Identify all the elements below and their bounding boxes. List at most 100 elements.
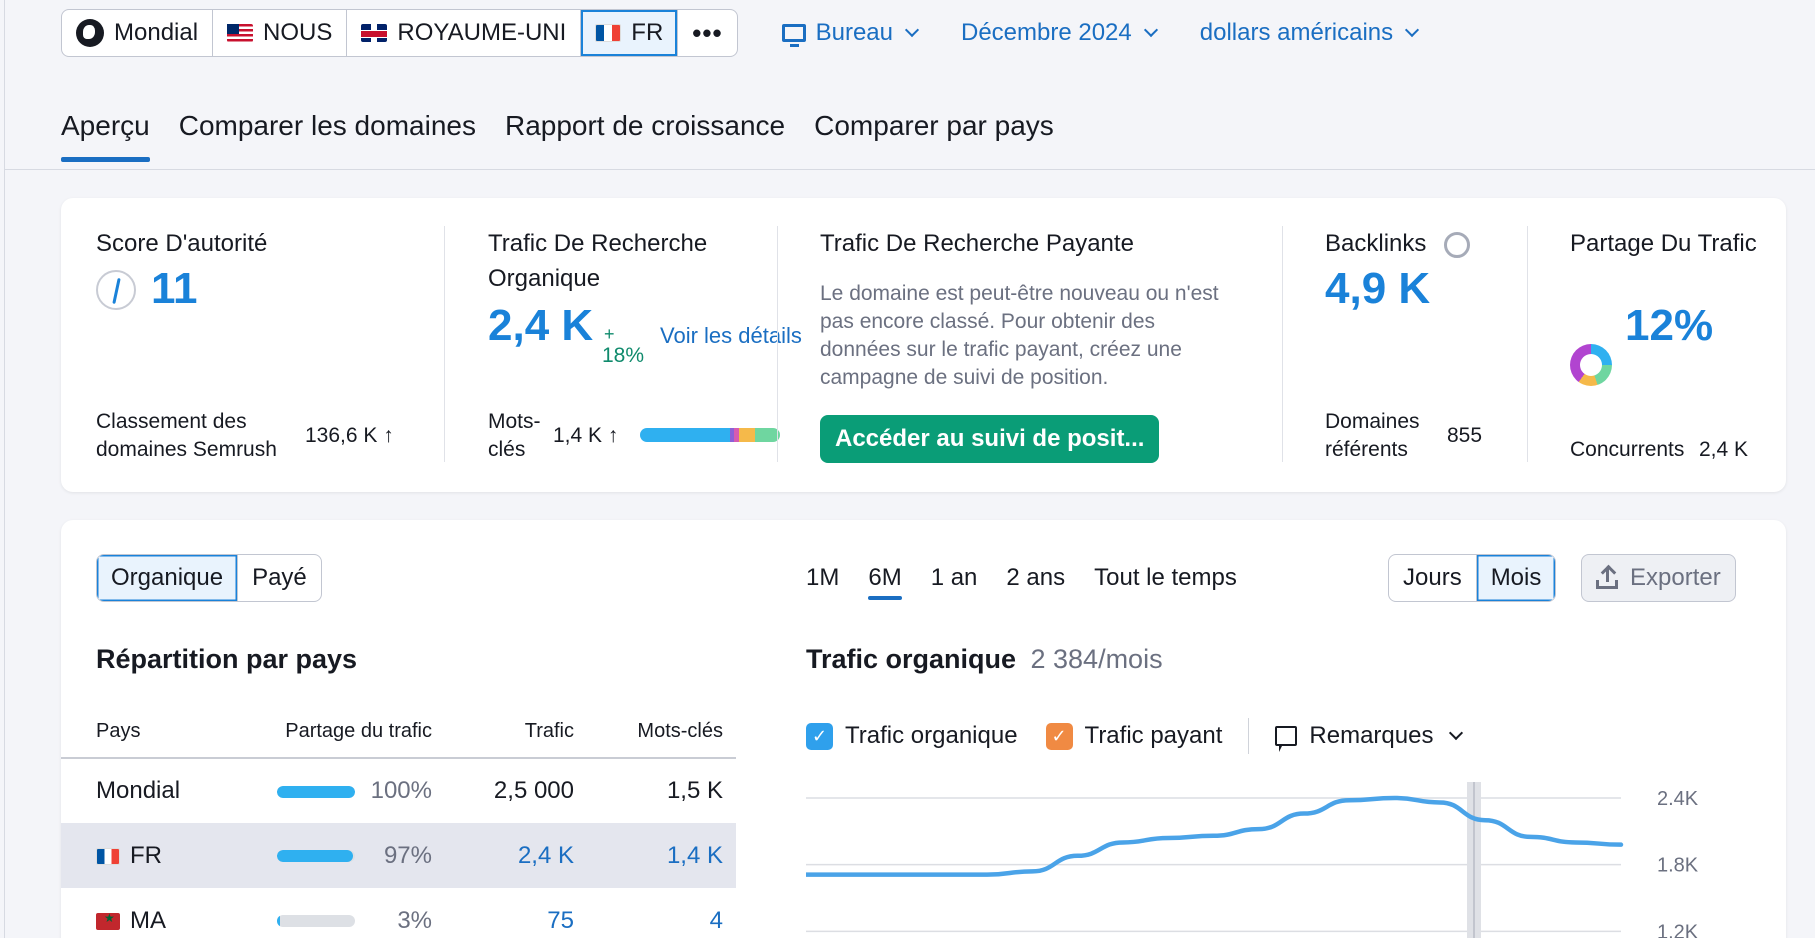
paid-description: Le domaine est peut-être nouveau ou n'es… [820,282,1219,389]
db-fr-button[interactable]: FR [581,10,679,56]
globe-icon [76,19,104,47]
traffic-cell[interactable]: 75 [445,888,587,938]
chevron-down-icon [1143,22,1158,38]
period-6m[interactable]: 6M [868,564,903,600]
share-percent: 97% [383,841,432,869]
table-row[interactable]: FR 97% 2,4 K 1,4 K [61,823,736,888]
flag-fr-icon [96,847,120,865]
table-row[interactable]: MA 3% 75 4 [61,888,736,938]
granularity-mois[interactable]: Mois [1476,555,1556,601]
keywords-value[interactable]: 1,4 K ↑ [553,422,618,450]
period-selector: 1M 6M 1 an 2 ans Tout le temps [806,564,1237,600]
flag-fr-icon [595,24,622,42]
period-2ans[interactable]: 2 ans [1006,564,1065,600]
table-row[interactable]: Mondial 100% 2,5 000 1,5 K [61,758,736,823]
granularity-toggle: Jours Mois [1388,554,1557,602]
keywords-cell[interactable]: 4 [587,888,736,938]
currency-label: dollars américains [1199,19,1394,46]
tab-apercu[interactable]: Aperçu [61,110,150,162]
legend-paid[interactable]: Trafic payant [1085,722,1223,750]
country-table: Pays Partage du trafic Trafic Mots-clés … [61,706,736,938]
comment-icon [1275,726,1298,752]
db-mondial-button[interactable]: Mondial [62,10,214,56]
referring-domains-value[interactable]: 855 [1447,422,1482,450]
paid-checkbox-icon[interactable]: ✓ [1045,722,1073,750]
col-mots-cles[interactable]: Mots-clés [587,706,736,759]
traffic-cell[interactable]: 2,4 K [445,823,587,888]
series-organic-line [806,795,1624,877]
col-pays[interactable]: Pays [61,706,247,759]
country-label: MA [130,906,166,934]
date-dropdown[interactable]: Décembre 2024 [961,19,1158,47]
device-dropdown[interactable]: Bureau [781,19,920,47]
metrics-card: Score D'autorité 11 Classement des domai… [61,198,1786,492]
metric-divider [444,226,445,462]
db-label: ROYAUME-UNI [397,19,567,46]
traffic-share-donut-icon [1570,344,1612,386]
keywords-cell: 1,5 K [666,777,723,804]
chart-title: Trafic organique [806,644,1017,674]
y-tick-label: 2.4K [1657,788,1699,810]
organic-checkbox-icon[interactable]: ✓ [806,722,833,750]
db-label: NOUS [263,19,333,46]
share-percent: 3% [397,906,432,934]
position-tracking-button[interactable]: Accéder au suivi de posit... [820,415,1160,463]
organic-change-percent: 18% [602,344,645,367]
referring-domains-label: Domaines référents [1325,410,1420,461]
organic-paid-toggle: Organique Payé [96,554,322,602]
chevron-down-icon [904,22,920,38]
currency-dropdown[interactable]: dollars américains [1199,19,1420,47]
export-label: Exporter [1630,564,1721,591]
period-all[interactable]: Tout le temps [1094,564,1237,600]
toggle-paye[interactable]: Payé [238,555,321,601]
paid-title: Trafic De Recherche Payante [820,230,1134,257]
share-bar [277,785,356,798]
db-uk-button[interactable]: ROYAUME-UNI [347,10,582,56]
backlinks-value[interactable]: 4,9 K [1325,264,1430,314]
more-databases-button[interactable]: ••• [678,10,736,56]
database-selector: Mondial NOUS ROYAUME-UNI FR ••• [61,9,738,57]
flag-us-icon [227,24,254,42]
granularity-jours[interactable]: Jours [1389,555,1477,601]
metric-divider [1527,226,1528,462]
tab-comparer-domaines[interactable]: Comparer les domaines [179,110,476,162]
traffic-share-title: Partage Du Trafic [1570,230,1757,257]
competitors-label: Concurrents [1570,438,1685,461]
organic-traffic-value[interactable]: 2,4 K [488,301,593,351]
backlinks-info-icon[interactable] [1444,232,1470,258]
country-label: FR [130,841,162,869]
top-filter-bar: Mondial NOUS ROYAUME-UNI FR ••• Bureau D… [61,9,1420,57]
semrush-rank-value[interactable]: 136,6 K ↑ [305,422,394,450]
authority-score[interactable]: 11 [151,264,198,314]
competitors-value[interactable]: 2,4 K [1699,436,1748,464]
db-label: Mondial [114,19,199,46]
tab-comparer-pays[interactable]: Comparer par pays [814,110,1054,162]
col-partage[interactable]: Partage du trafic [247,706,445,759]
keywords-label: Mots-clés [488,410,541,461]
traffic-line-chart: 2.4K 1.8K 1.2K [806,782,1699,938]
db-us-button[interactable]: NOUS [213,10,348,56]
keywords-distribution-bar [640,428,780,442]
share-percent: 100% [370,777,432,804]
flag-uk-icon [361,24,388,42]
db-label: FR [631,19,664,46]
organic-title: Trafic De Recherche Organique [488,230,708,292]
left-edge-divider [4,0,5,938]
share-bar [277,850,356,863]
export-button[interactable]: Exporter [1581,554,1736,602]
legend-divider [1248,718,1250,754]
voir-details-link[interactable]: Voir les détails [660,323,802,349]
period-1an[interactable]: 1 an [931,564,978,600]
traffic-share-value[interactable]: 12% [1625,301,1713,351]
period-1m[interactable]: 1M [806,564,839,600]
toggle-organique[interactable]: Organique [97,555,239,601]
organic-change-sign: + [604,324,615,344]
legend-organic[interactable]: Trafic organique [845,722,1018,750]
col-trafic[interactable]: Trafic [445,706,587,759]
notes-dropdown[interactable]: Remarques [1309,722,1433,750]
keywords-cell[interactable]: 1,4 K [587,823,736,888]
country-cell: FR [61,823,247,888]
tab-rapport-croissance[interactable]: Rapport de croissance [505,110,785,162]
more-dots-icon: ••• [692,17,723,48]
flag-ma-icon [96,911,120,930]
